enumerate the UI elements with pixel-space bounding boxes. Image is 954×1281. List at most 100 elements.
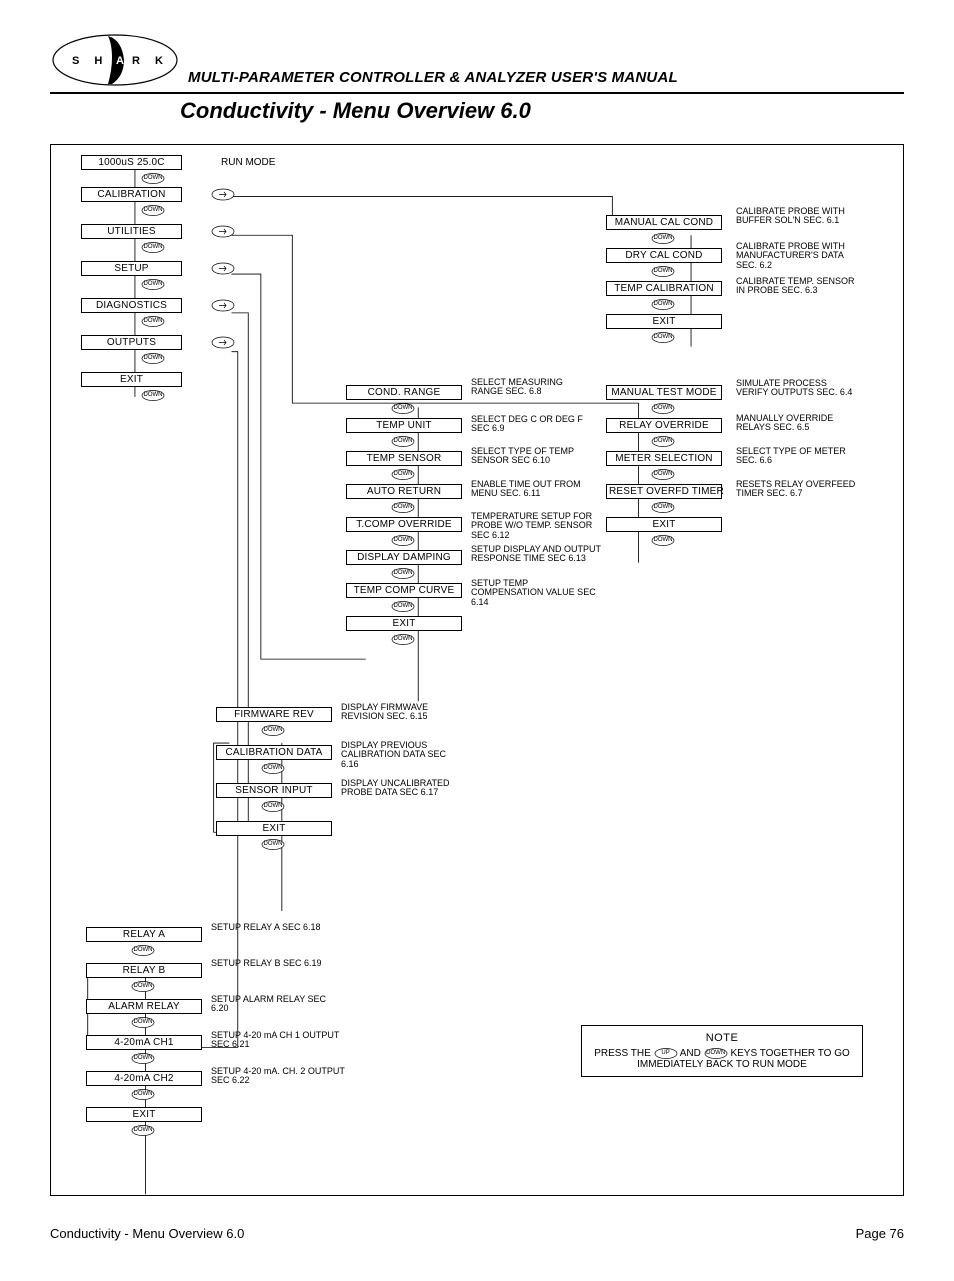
- down-icon: DOWN: [141, 173, 165, 184]
- down-icon: DOWN: [261, 801, 285, 812]
- right-icon: [211, 225, 235, 238]
- util-manual-test-desc: SIMULATE PROCESS VERIFY OUTPUTS SEC. 6.4: [736, 379, 856, 398]
- down-icon: DOWN: [131, 981, 155, 992]
- svg-text:S H: S H: [72, 55, 108, 67]
- diag-firmware-desc: DISPLAY FIRMWAVE REVISION SEC. 6.15: [341, 703, 461, 722]
- down-icon: DOWN: [261, 763, 285, 774]
- footer-left: Conductivity - Menu Overview 6.0: [50, 1226, 244, 1241]
- shark-logo: S H A R K: [50, 30, 180, 90]
- setup-exit: EXIT: [346, 616, 462, 631]
- down-icon: DOWN: [131, 1125, 155, 1136]
- out-exit: EXIT: [86, 1107, 202, 1122]
- diag-cal-data: CALIBRATION DATA: [216, 745, 332, 760]
- setup-tcomp-override-desc: TEMPERATURE SETUP FOR PROBE W/O TEMP. SE…: [471, 512, 606, 540]
- diag-sensor-input: SENSOR INPUT: [216, 783, 332, 798]
- down-icon: DOWN: [141, 353, 165, 364]
- down-icon: DOWN: [651, 299, 675, 310]
- out-420-ch2-desc: SETUP 4-20 mA. CH. 2 OUTPUT SEC 6.22: [211, 1067, 351, 1086]
- setup-display-damping: DISPLAY DAMPING: [346, 550, 462, 565]
- util-relay-override: RELAY OVERRIDE: [606, 418, 722, 433]
- down-icon: DOWN: [704, 1048, 728, 1059]
- svg-text:A: A: [116, 55, 124, 67]
- down-icon: DOWN: [141, 205, 165, 216]
- util-meter-selection-desc: SELECT TYPE OF METER SEC. 6.6: [736, 447, 856, 466]
- menu-diagram: 1000uS 25.0C RUN MODE DOWN CALIBRATION D…: [50, 144, 904, 1196]
- out-420-ch1: 4-20mA CH1: [86, 1035, 202, 1050]
- util-reset-overfd: RESET OVERFD TIMER: [606, 484, 722, 499]
- header: S H A R K MULTI-PARAMETER CONTROLLER & A…: [50, 30, 904, 94]
- setup-auto-return: AUTO RETURN: [346, 484, 462, 499]
- footer-right: Page 76: [856, 1226, 904, 1241]
- out-relay-a: RELAY A: [86, 927, 202, 942]
- out-alarm-relay: ALARM RELAY: [86, 999, 202, 1014]
- setup-temp-unit: TEMP UNIT: [346, 418, 462, 433]
- note-title: NOTE: [592, 1032, 852, 1044]
- util-reset-overfd-desc: RESETS RELAY OVERFEED TIMER SEC. 6.7: [736, 480, 856, 499]
- page-footer: Conductivity - Menu Overview 6.0 Page 76: [50, 1226, 904, 1241]
- down-icon: DOWN: [141, 316, 165, 327]
- cal-manual: MANUAL CAL COND: [606, 215, 722, 230]
- down-icon: DOWN: [261, 725, 285, 736]
- down-icon: DOWN: [651, 502, 675, 513]
- right-icon: [211, 188, 235, 201]
- down-icon: DOWN: [391, 403, 415, 414]
- out-relay-b-desc: SETUP RELAY B SEC 6.19: [211, 959, 341, 968]
- cal-manual-desc: CALIBRATE PROBE WITH BUFFER SOL'N SEC. 6…: [736, 207, 856, 226]
- setup-temp-comp-curve-desc: SETUP TEMP COMPENSATION VALUE SEC 6.14: [471, 579, 601, 607]
- down-icon: DOWN: [261, 839, 285, 850]
- down-icon: DOWN: [131, 1089, 155, 1100]
- util-manual-test: MANUAL TEST MODE: [606, 385, 722, 400]
- util-exit: EXIT: [606, 517, 722, 532]
- down-icon: DOWN: [391, 469, 415, 480]
- cal-dry: DRY CAL COND: [606, 248, 722, 263]
- menu-utilities: UTILITIES: [81, 224, 182, 239]
- menu-calibration: CALIBRATION: [81, 187, 182, 202]
- down-icon: DOWN: [141, 279, 165, 290]
- down-icon: DOWN: [131, 1017, 155, 1028]
- down-icon: DOWN: [651, 469, 675, 480]
- setup-temp-comp-curve: TEMP COMP CURVE: [346, 583, 462, 598]
- util-relay-override-desc: MANUALLY OVERRIDE RELAYS SEC. 6.5: [736, 414, 856, 433]
- setup-temp-sensor: TEMP SENSOR: [346, 451, 462, 466]
- util-meter-selection: METER SELECTION: [606, 451, 722, 466]
- up-icon: UP: [654, 1048, 678, 1059]
- down-icon: DOWN: [391, 535, 415, 546]
- note-text: PRESS THE UP AND DOWN KEYS TOGETHER TO G…: [592, 1048, 852, 1070]
- menu-diagnostics: DIAGNOSTICS: [81, 298, 182, 313]
- setup-display-damping-desc: SETUP DISPLAY AND OUTPUT RESPONSE TIME S…: [471, 545, 601, 564]
- setup-cond-range-desc: SELECT MEASURING RANGE SEC. 6.8: [471, 378, 591, 397]
- down-icon: DOWN: [141, 242, 165, 253]
- cal-temp: TEMP CALIBRATION: [606, 281, 722, 296]
- setup-temp-sensor-desc: SELECT TYPE OF TEMP SENSOR SEC 6.10: [471, 447, 591, 466]
- cal-temp-desc: CALIBRATE TEMP. SENSOR IN PROBE SEC. 6.3: [736, 277, 856, 296]
- down-icon: DOWN: [141, 390, 165, 401]
- menu-exit: EXIT: [81, 372, 182, 387]
- out-relay-a-desc: SETUP RELAY A SEC 6.18: [211, 923, 341, 932]
- cal-dry-desc: CALIBRATE PROBE WITH MANUFACTURER'S DATA…: [736, 242, 866, 270]
- cal-exit: EXIT: [606, 314, 722, 329]
- down-icon: DOWN: [651, 436, 675, 447]
- manual-title: MULTI-PARAMETER CONTROLLER & ANALYZER US…: [188, 69, 678, 86]
- run-mode-label: RUN MODE: [221, 157, 275, 168]
- down-icon: DOWN: [651, 403, 675, 414]
- down-icon: DOWN: [391, 568, 415, 579]
- down-icon: DOWN: [131, 945, 155, 956]
- down-icon: DOWN: [651, 535, 675, 546]
- section-title: Conductivity - Menu Overview 6.0: [180, 98, 904, 124]
- diag-sensor-input-desc: DISPLAY UNCALIBRATED PROBE DATA SEC 6.17: [341, 779, 471, 798]
- page: S H A R K MULTI-PARAMETER CONTROLLER & A…: [50, 30, 904, 1241]
- run-display: 1000uS 25.0C: [81, 155, 182, 170]
- down-icon: DOWN: [391, 634, 415, 645]
- down-icon: DOWN: [391, 436, 415, 447]
- right-icon: [211, 262, 235, 275]
- out-alarm-relay-desc: SETUP ALARM RELAY SEC 6.20: [211, 995, 341, 1014]
- diag-cal-data-desc: DISPLAY PREVIOUS CALIBRATION DATA SEC 6.…: [341, 741, 461, 769]
- menu-outputs: OUTPUTS: [81, 335, 182, 350]
- diag-firmware: FIRMWARE REV: [216, 707, 332, 722]
- down-icon: DOWN: [131, 1053, 155, 1064]
- setup-cond-range: COND. RANGE: [346, 385, 462, 400]
- down-icon: DOWN: [391, 502, 415, 513]
- out-relay-b: RELAY B: [86, 963, 202, 978]
- down-icon: DOWN: [651, 233, 675, 244]
- setup-tcomp-override: T.COMP OVERRIDE: [346, 517, 462, 532]
